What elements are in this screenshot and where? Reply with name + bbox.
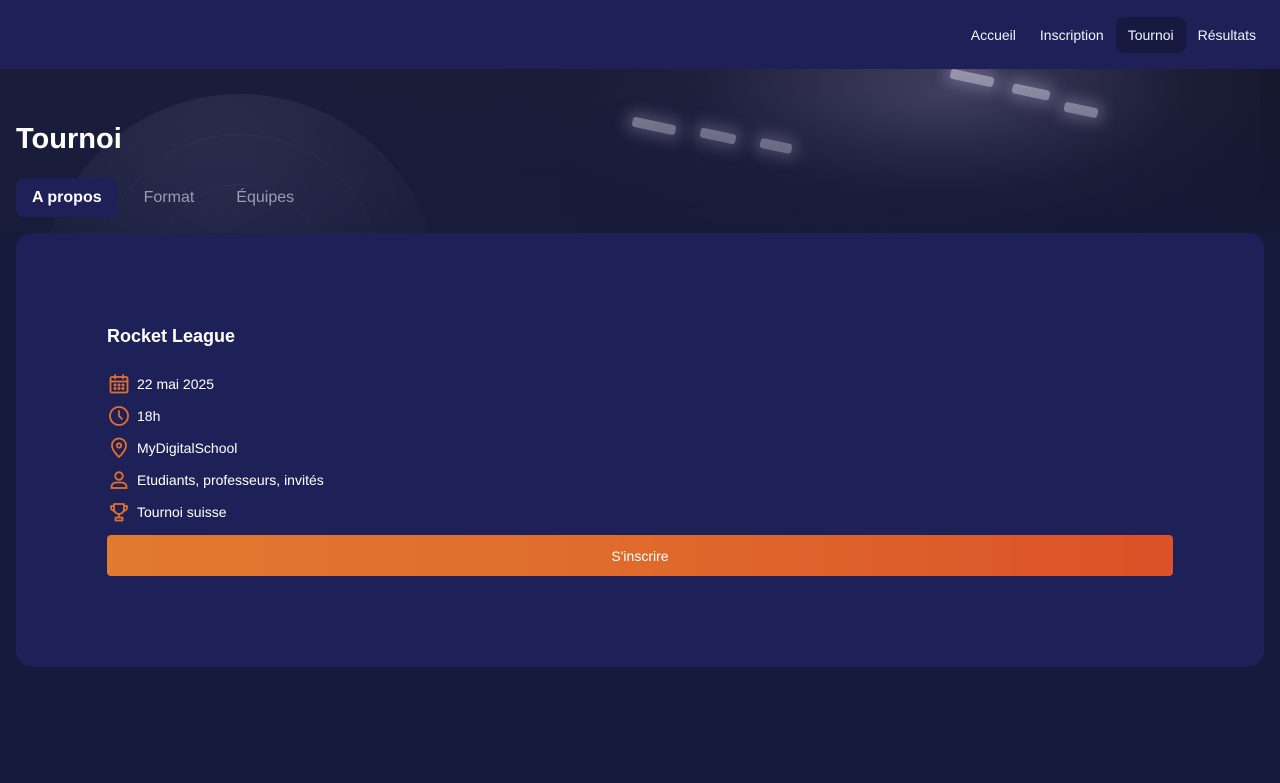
- event-card: Rocket League 22 mai 2025 18h MyDigitalS…: [16, 233, 1264, 667]
- calendar-icon: [107, 372, 131, 396]
- detail-time: 18h: [107, 400, 324, 432]
- page-title: Tournoi: [16, 123, 122, 155]
- detail-location-text: MyDigitalSchool: [137, 440, 238, 456]
- nav-tournoi[interactable]: Tournoi: [1115, 16, 1186, 53]
- nav-accueil[interactable]: Accueil: [959, 17, 1028, 53]
- top-navigation: Accueil Inscription Tournoi Résultats: [0, 0, 1280, 69]
- user-icon: [107, 468, 131, 492]
- event-details: 22 mai 2025 18h MyDigitalSchool Etudiant…: [107, 368, 324, 528]
- tab-a-propos[interactable]: A propos: [16, 178, 118, 217]
- tab-equipes[interactable]: Équipes: [220, 178, 310, 217]
- trophy-icon: [107, 500, 131, 524]
- clock-icon: [107, 404, 131, 428]
- detail-format: Tournoi suisse: [107, 496, 324, 528]
- game-title: Rocket League: [107, 326, 236, 346]
- detail-location: MyDigitalSchool: [107, 432, 324, 464]
- location-pin-icon: [107, 436, 131, 460]
- detail-format-text: Tournoi suisse: [137, 504, 227, 520]
- nav-resultats[interactable]: Résultats: [1186, 17, 1268, 53]
- tab-bar: A propos Format Équipes: [16, 178, 310, 217]
- detail-time-text: 18h: [137, 408, 161, 424]
- tab-format[interactable]: Format: [128, 178, 211, 217]
- detail-audience-text: Etudiants, professeurs, invités: [137, 472, 324, 488]
- nav-inscription[interactable]: Inscription: [1028, 17, 1116, 53]
- detail-audience: Etudiants, professeurs, invités: [107, 464, 324, 496]
- register-button[interactable]: S'inscrire: [107, 535, 1173, 576]
- detail-date-text: 22 mai 2025: [137, 376, 215, 392]
- detail-date: 22 mai 2025: [107, 368, 324, 400]
